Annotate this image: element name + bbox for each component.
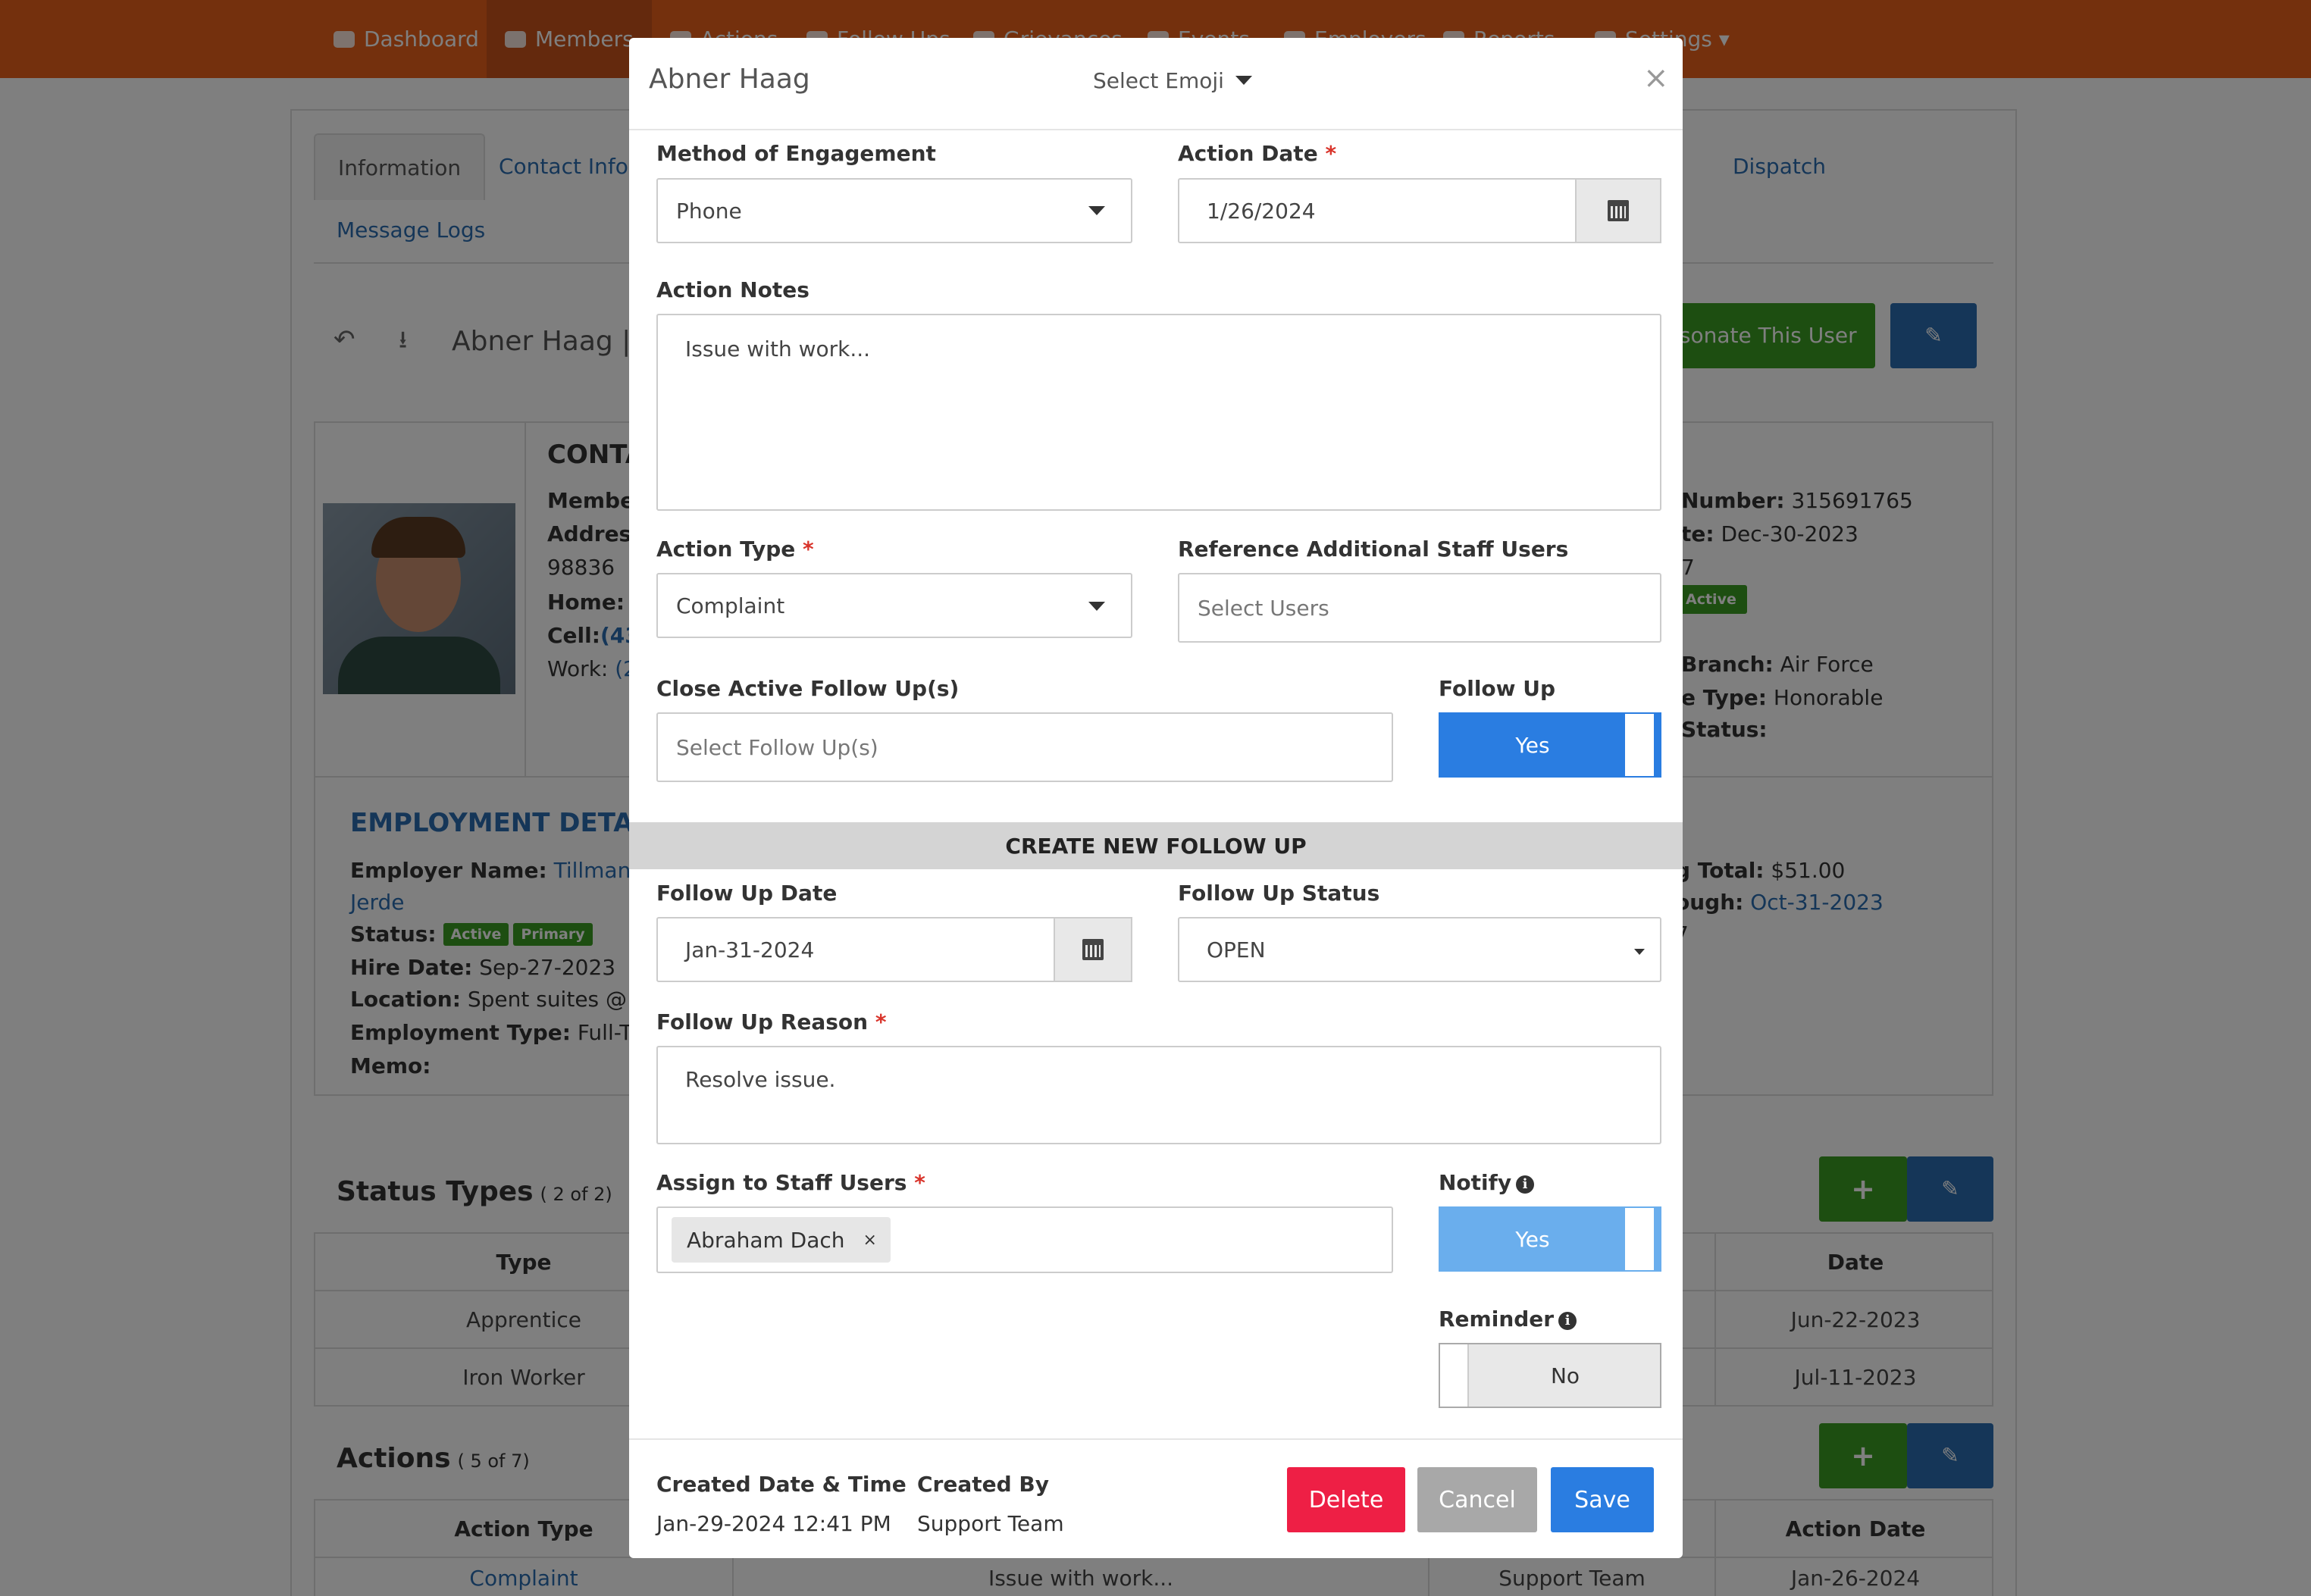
fu-status-label: Follow Up Status (1178, 881, 1380, 906)
created-date-label: Created Date & Time (656, 1472, 907, 1497)
created-by-label: Created By (917, 1472, 1050, 1497)
fu-status-value: OPEN (1207, 937, 1266, 962)
chevron-down-icon (1088, 602, 1105, 611)
fu-date-calendar-button[interactable] (1054, 917, 1132, 982)
action-date-calendar-button[interactable] (1575, 178, 1661, 243)
calendar-icon (1082, 939, 1104, 960)
label-text: Action Type (656, 537, 796, 562)
toggle-knob (1625, 714, 1654, 776)
info-icon[interactable]: i (1558, 1312, 1577, 1330)
modal-title: Abner Haag (649, 64, 810, 95)
create-follow-up-header: CREATE NEW FOLLOW UP (629, 822, 1683, 869)
staff-tag: Abraham Dach × (672, 1217, 891, 1263)
button-label: Delete (1308, 1486, 1384, 1513)
action-notes-label: Action Notes (656, 277, 809, 302)
created-date-value: Jan-29-2024 12:41 PM (656, 1511, 891, 1536)
fu-status-select[interactable]: OPEN (1178, 917, 1661, 982)
fu-date-label: Follow Up Date (656, 881, 838, 906)
toggle-knob (1625, 1208, 1654, 1270)
label-text: Follow Up Reason (656, 1009, 869, 1034)
action-type-select[interactable]: Complaint (656, 573, 1132, 638)
close-followups-placeholder: Select Follow Up(s) (676, 734, 878, 760)
method-select[interactable]: Phone (656, 178, 1132, 243)
close-followups-select[interactable]: Select Follow Up(s) (656, 712, 1393, 782)
chevron-down-icon (1088, 206, 1105, 215)
action-modal: Abner Haag Select Emoji × Method of Enga… (629, 38, 1683, 1558)
method-label: Method of Engagement (656, 141, 936, 166)
required-mark: * (875, 1009, 887, 1034)
modal-footer-divider (629, 1438, 1683, 1440)
follow-up-label: Follow Up (1439, 676, 1556, 701)
fu-reason-value: Resolve issue. (685, 1067, 836, 1092)
ref-staff-placeholder: Select Users (1198, 595, 1329, 621)
notify-toggle[interactable]: Yes (1439, 1206, 1661, 1272)
follow-up-toggle[interactable]: Yes (1439, 712, 1661, 778)
emoji-select[interactable]: Select Emoji (1093, 68, 1224, 93)
label-text: Action Date (1178, 141, 1318, 166)
reminder-label: Reminder i (1439, 1307, 1577, 1332)
fu-reason-label: Follow Up Reason * (656, 1009, 887, 1034)
action-date-value: 1/26/2024 (1207, 198, 1316, 224)
required-mark: * (914, 1170, 925, 1195)
label-text: Notify (1439, 1170, 1512, 1195)
action-type-label: Action Type * (656, 537, 814, 562)
action-notes-value: Issue with work... (685, 336, 871, 361)
reminder-toggle[interactable]: No (1439, 1343, 1661, 1408)
label-text: Reminder (1439, 1307, 1555, 1332)
cancel-button[interactable]: Cancel (1417, 1467, 1537, 1532)
action-notes-textarea[interactable]: Issue with work... (656, 314, 1661, 511)
toggle-on-label: Yes (1440, 714, 1625, 776)
save-button[interactable]: Save (1551, 1467, 1654, 1532)
ref-staff-label: Reference Additional Staff Users (1178, 537, 1569, 562)
assign-staff-select[interactable]: Abraham Dach × (656, 1206, 1393, 1273)
calendar-icon (1608, 200, 1629, 221)
remove-tag-icon[interactable]: × (863, 1231, 877, 1250)
toggle-knob (1440, 1344, 1469, 1407)
label-text: Assign to Staff Users (656, 1170, 907, 1195)
fu-date-value: Jan-31-2024 (685, 937, 815, 962)
method-value: Phone (676, 198, 742, 224)
toggle-on-label: Yes (1440, 1208, 1625, 1270)
close-icon[interactable]: × (1643, 61, 1669, 95)
modal-header-divider (629, 129, 1683, 130)
action-date-input[interactable]: 1/26/2024 (1178, 178, 1578, 243)
info-icon[interactable]: i (1516, 1175, 1535, 1194)
fu-reason-textarea[interactable]: Resolve issue. (656, 1046, 1661, 1144)
delete-button[interactable]: Delete (1287, 1467, 1405, 1532)
chevron-down-icon[interactable] (1235, 76, 1252, 85)
created-by-value: Support Team (917, 1511, 1064, 1536)
close-followups-label: Close Active Follow Up(s) (656, 676, 960, 701)
button-label: Save (1574, 1486, 1630, 1513)
action-date-label: Action Date * (1178, 141, 1336, 166)
ref-staff-select[interactable]: Select Users (1178, 573, 1661, 643)
notify-label: Notify i (1439, 1170, 1535, 1195)
emoji-select-label: Select Emoji (1093, 68, 1224, 93)
button-label: Cancel (1439, 1486, 1516, 1513)
action-type-value: Complaint (676, 593, 785, 618)
required-mark: * (1325, 141, 1337, 166)
staff-tag-label: Abraham Dach (687, 1227, 845, 1253)
required-mark: * (802, 537, 814, 562)
fu-date-input[interactable]: Jan-31-2024 (656, 917, 1057, 982)
chevron-down-icon (1634, 949, 1645, 955)
toggle-off-label: No (1550, 1363, 1580, 1388)
assign-staff-label: Assign to Staff Users * (656, 1170, 925, 1195)
